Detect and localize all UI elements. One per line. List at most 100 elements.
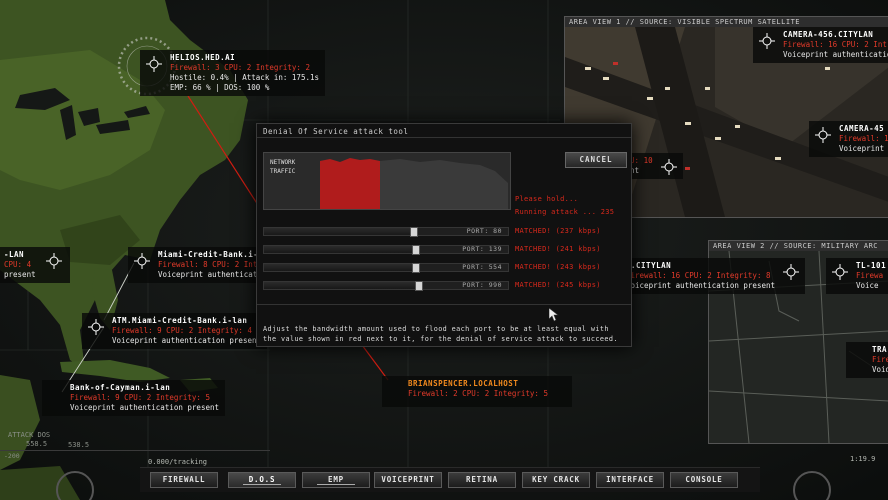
slider-handle[interactable] [414,281,423,291]
node-tl-101[interactable]: TL-101 Firewa Voice [826,258,888,294]
firewall-button[interactable]: FIREWALL [150,472,218,488]
slider-handle[interactable] [412,263,421,273]
node-tra[interactable]: TRA Fire Void [846,342,888,378]
node-hostile: Hostile: 0.4% | Attack in: 175.1s [170,73,320,82]
crosshair-icon [815,127,831,143]
node-bank-of-cayman[interactable]: Bank-of-Cayman.i-lan Firewall: 9 CPU: 2 … [42,380,226,416]
panel-title: AREA VIEW 2 // SOURCE: MILITARY ARC [709,241,888,251]
port-slider[interactable]: PORT: 554 [263,263,509,273]
port-label: PORT: 554 [462,263,502,271]
emp-indicator [317,484,355,485]
node-title: TL-101 [856,261,887,270]
node-title: O.CITYLAN [626,261,672,270]
node-stats: Firewall: 2 CPU: 2 Integrity: 5 [408,389,548,398]
dos-button[interactable]: D.O.S [228,472,296,488]
traffic-chart [320,158,508,209]
node-auth: Voiceprint authentication present [112,336,262,345]
node-left-lan[interactable]: -LAN CPU: 4 present [0,247,70,283]
crosshair-icon [660,159,677,175]
node-city-mid[interactable]: O.CITYLAN Firewall: 16 CPU: 2 Integrity:… [622,258,806,294]
cancel-button[interactable]: CANCEL [565,152,627,168]
graph-label-network: NETWORK [270,159,296,166]
node-stats: CPU: 4 [4,260,32,269]
status-hold: Please hold... [515,195,579,203]
help-text: Adjust the bandwidth amount used to floo… [263,325,618,343]
node-title: CAMERA-45 [839,124,885,133]
node-camera-456[interactable]: CAMERA-456.CITYLAN Firewall: 16 CPU: 2 I… [753,27,888,63]
crosshair-icon [134,253,150,269]
dialog-title: Denial Of Service attack tool [263,127,409,136]
node-stats: Firewall: 3 CPU: 2 Integrity: 2 [170,63,310,72]
node-title: Bank-of-Cayman.i-lan [70,383,171,392]
graph-label-traffic: TRAFFIC [270,168,296,175]
voiceprint-button[interactable]: VOICEPRINT [374,472,442,488]
slider-fill [264,282,418,289]
crosshair-icon [88,319,104,335]
dos-attack-dialog[interactable]: Denial Of Service attack tool NETWORK TR… [256,123,632,347]
node-stats: Firewa [856,271,884,280]
node-brianspencer[interactable]: BRIANSPENCER.LOCALHOST Firewall: 2 CPU: … [382,376,572,407]
port-slider[interactable]: PORT: 80 [263,227,509,237]
emp-button[interactable]: EMP [302,472,370,488]
node-title: ATM.Miami-Credit-Bank.i-lan [112,316,248,325]
emp-button-label: EMP [328,475,344,484]
port-slider[interactable]: PORT: 139 [263,245,509,255]
node-stats: Firewall: 9 CPU: 2 Integrity: 5 [70,393,210,402]
node-auth: Void [872,365,888,374]
port-result: MATCHED! (245 kbps) [515,281,601,289]
node-stats: Firewall: 1 [839,134,888,143]
node-auth: Voiceprint authentication [158,270,271,279]
console-button[interactable]: CONSOLE [670,472,738,488]
dos-button-label: D.O.S [248,475,276,484]
slider-fill [264,228,413,235]
node-auth: present [4,270,36,279]
slider-handle[interactable] [409,227,418,237]
dialog-divider [257,304,631,305]
node-stats: Firewall: 16 CPU: 2 Int [783,40,887,49]
node-emp: EMP: 66 % | DOS: 100 % [170,83,270,92]
scale-readout: -200 [0,450,270,460]
node-stats: Firewall: 16 CPU: 2 Integrity: 8 [626,271,771,280]
retina-button[interactable]: RETINA [448,472,516,488]
node-stats: Fire [872,355,888,364]
interface-button[interactable]: INTERFACE [596,472,664,488]
node-atm-miami[interactable]: ATM.Miami-Credit-Bank.i-lan Firewall: 9 … [82,313,268,349]
crosshair-icon [832,264,848,280]
crosshair-icon [783,264,800,280]
node-title: -LAN [4,250,25,259]
key-crack-button[interactable]: KEY CRACK [522,472,590,488]
crosshair-icon [45,253,62,269]
status-running: Running attack ... 235 [515,208,615,216]
dialog-divider [257,137,631,138]
active-indicator [243,484,281,485]
node-stats: Firewall: 9 CPU: 2 Integrity: 4 [112,326,252,335]
slider-fill [264,264,416,271]
port-slider[interactable]: PORT: 990 [263,281,509,291]
traffic-graph: NETWORK TRAFFIC [263,152,511,210]
node-auth: Voiceprint authentication present [626,281,776,290]
node-helios[interactable]: HELIOS.HED.AI Firewall: 3 CPU: 2 Integri… [140,50,326,96]
crosshair-icon [759,33,775,49]
node-title: CAMERA-456.CITYLAN [783,30,874,39]
clock-readout: 1:19.9 [850,455,876,463]
tool-toolbar: FIREWALL D.O.S EMP VOICEPRINT RETINA KEY… [140,467,760,492]
slider-handle[interactable] [412,245,421,255]
port-label: PORT: 139 [462,245,502,253]
attack-label: ATTACK DOS [8,431,51,439]
node-title: Miami-Credit-Bank.i-l [158,250,264,259]
node-title: TRA [872,345,888,354]
node-miami-credit-bank[interactable]: Miami-Credit-Bank.i-l Firewall: 8 CPU: 2… [128,247,277,283]
mouse-cursor-icon [549,308,559,322]
port-label: PORT: 80 [466,227,502,235]
slider-fill [264,246,416,253]
coord-readout-1: 538.5 [68,441,90,449]
node-title: HELIOS.HED.AI [170,53,236,62]
scale-min: -200 [4,452,20,460]
coord-readout-2: 558.5 [26,440,48,448]
node-auth: Voice [856,281,879,290]
port-result: MATCHED! (243 kbps) [515,263,601,271]
node-stats: Firewall: 8 CPU: 2 Integr [158,260,271,269]
tracking-readout: 0.000/tracking [148,458,208,466]
node-camera-45[interactable]: CAMERA-45 Firewall: 1 Voiceprint a [809,121,888,157]
port-result: MATCHED! (241 kbps) [515,245,601,253]
